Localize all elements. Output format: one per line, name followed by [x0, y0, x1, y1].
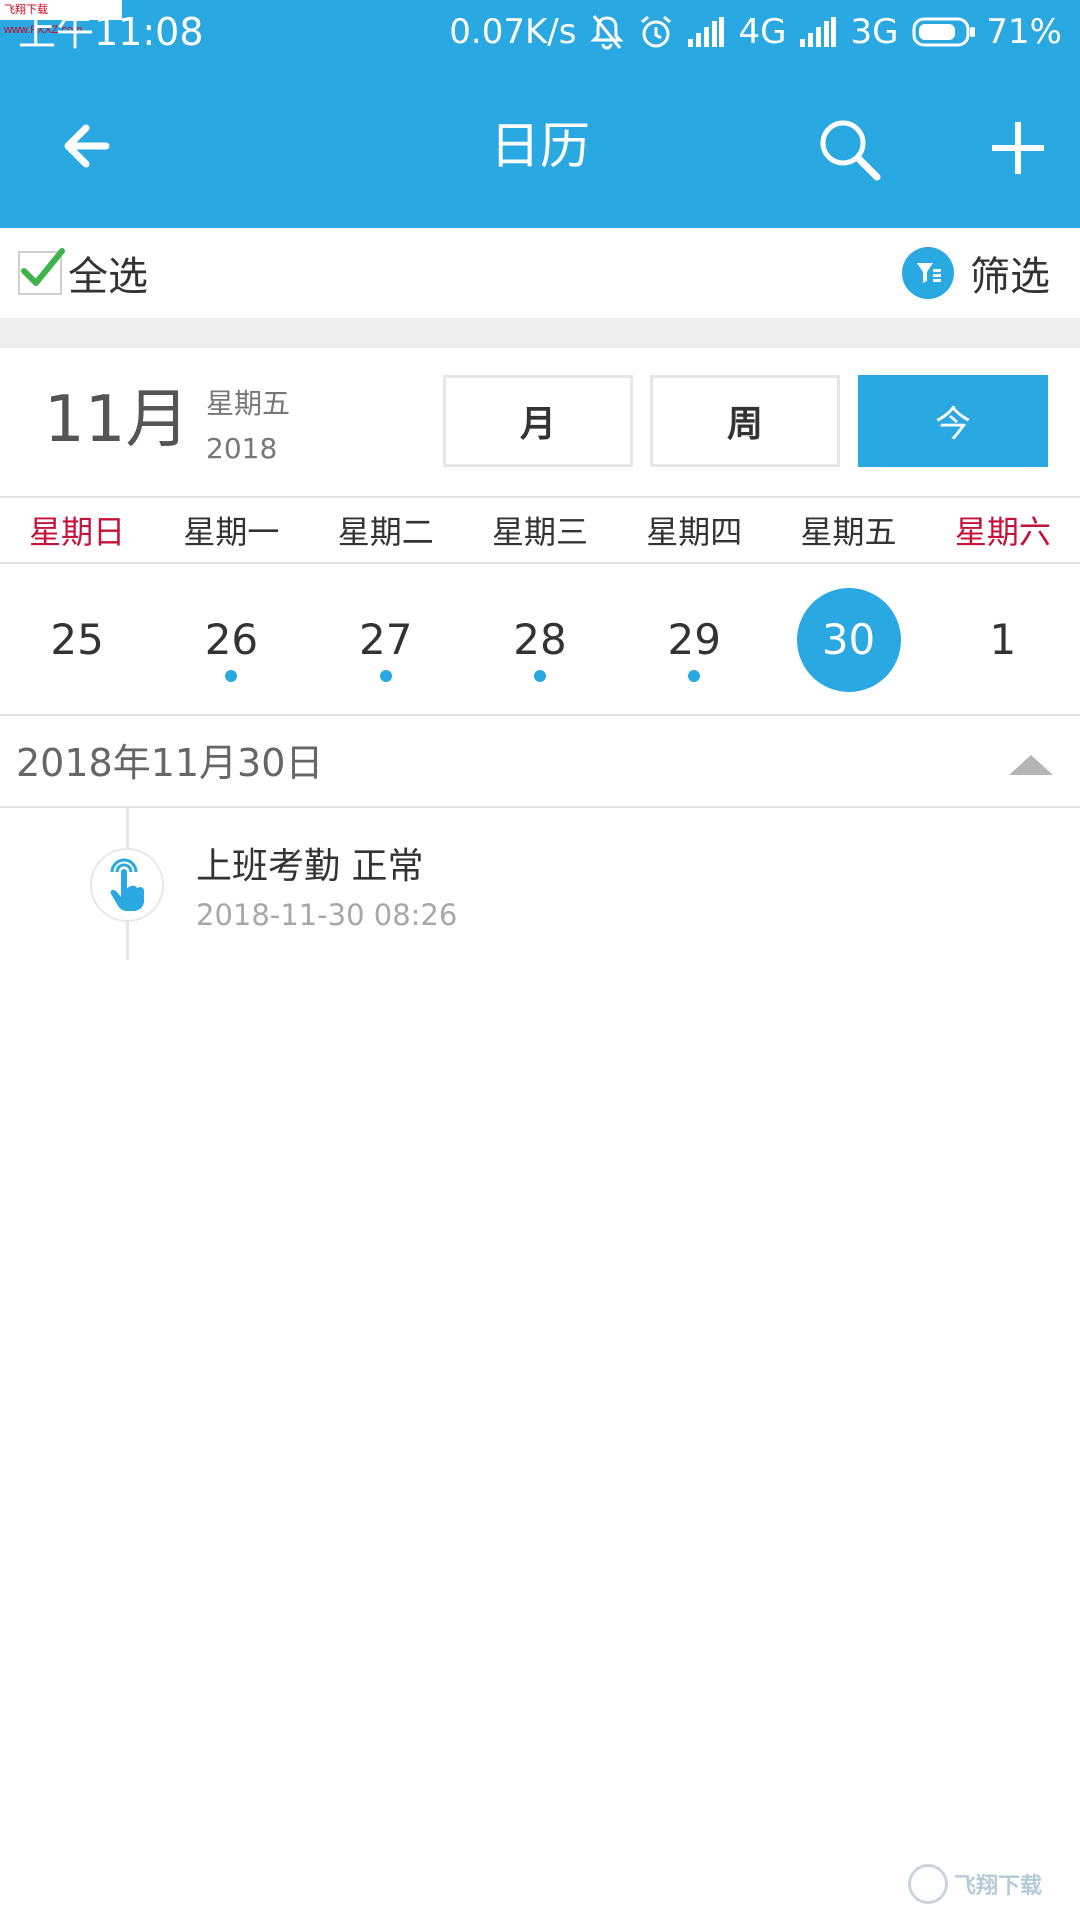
status-bar: 飞翔下载 www.FXXZ.com 上午11:08 0.07K/s 4G 3G …	[0, 0, 1080, 64]
month-view-button[interactable]: 月	[443, 375, 633, 467]
week-view-button[interactable]: 周	[650, 375, 840, 467]
network-4g-label: 4G	[738, 12, 787, 52]
network-3g-label: 3G	[850, 12, 899, 52]
day-number: 25	[50, 615, 104, 664]
today-button[interactable]: 今	[858, 375, 1048, 467]
bell-off-icon	[590, 14, 625, 50]
watermark-bottom: 飞翔下载	[908, 1862, 1068, 1906]
header: 飞翔下载 www.FXXZ.com 上午11:08 0.07K/s 4G 3G …	[0, 0, 1080, 228]
week-days-row: 25 26 27 28 29 30 1	[0, 566, 1080, 716]
selected-date-header[interactable]: 2018年11月30日	[0, 718, 1080, 808]
weekday-label: 星期三	[491, 513, 588, 551]
current-weekday: 星期五	[206, 387, 291, 420]
search-icon	[820, 120, 881, 181]
watermark-logo-icon	[908, 1864, 948, 1904]
selected-date-label: 2018年11月30日	[16, 741, 324, 785]
day-cell[interactable]: 1	[926, 566, 1080, 714]
day-cell-selected[interactable]: 30	[771, 566, 925, 714]
alarm-icon	[638, 14, 674, 50]
watermark-text: 飞翔下载	[954, 1874, 1043, 1899]
signal-icon	[688, 17, 725, 47]
network-speed: 0.07K/s	[449, 12, 577, 52]
day-cell[interactable]: 29	[617, 566, 771, 714]
weekday-label: 星期一	[183, 513, 280, 551]
triangle-up-icon	[1009, 755, 1053, 775]
weekday-header-row: 星期日 星期一 星期二 星期三 星期四 星期五 星期六	[0, 500, 1080, 564]
status-indicators: 0.07K/s 4G 3G 71%	[449, 8, 1062, 56]
event-dot	[379, 670, 392, 682]
plus-icon	[992, 122, 1044, 174]
day-cell[interactable]: 27	[309, 566, 463, 714]
day-number: 30	[796, 588, 901, 692]
add-button[interactable]	[978, 108, 1058, 188]
day-cell[interactable]: 28	[463, 566, 617, 714]
status-time: 上午11:08	[18, 10, 204, 54]
signal-icon	[800, 17, 837, 47]
event-dot	[533, 670, 546, 682]
filter-button[interactable]: 筛选	[902, 244, 1050, 302]
current-year: 2018	[206, 432, 278, 465]
day-cell[interactable]: 26	[154, 566, 308, 714]
event-title: 上班考勤 正常	[196, 846, 424, 887]
select-all-label: 全选	[68, 254, 148, 300]
weekday-label: 星期四	[646, 513, 743, 551]
current-month: 11月	[44, 383, 190, 457]
day-number: 1	[989, 615, 1017, 664]
battery-icon	[912, 17, 976, 47]
month-header: 11月 星期五 2018 月 周 今	[0, 348, 1080, 498]
battery: 71%	[912, 12, 1062, 52]
weekday-label: 星期五	[800, 513, 897, 551]
event-time: 2018-11-30 08:26	[196, 898, 458, 932]
checkbox-checked-icon	[18, 248, 65, 295]
select-all-checkbox[interactable]: 全选	[18, 244, 148, 302]
event-item[interactable]: 上班考勤 正常 2018-11-30 08:26	[0, 836, 1080, 946]
app-bar: 日历	[0, 64, 1080, 228]
touch-hand-icon	[90, 848, 164, 922]
weekday-label: 星期日	[29, 513, 126, 551]
filter-icon	[902, 247, 954, 299]
weekday-label: 星期六	[954, 513, 1051, 551]
filter-row: 全选 筛选	[0, 228, 1080, 318]
weekday-label: 星期二	[337, 513, 434, 551]
filter-label: 筛选	[970, 254, 1050, 300]
search-button[interactable]	[808, 108, 892, 192]
page-title: 日历	[490, 117, 590, 175]
battery-percent: 71%	[986, 12, 1062, 52]
day-cell[interactable]: 25	[0, 566, 154, 714]
collapse-button[interactable]	[1006, 744, 1056, 784]
section-divider	[0, 318, 1080, 348]
